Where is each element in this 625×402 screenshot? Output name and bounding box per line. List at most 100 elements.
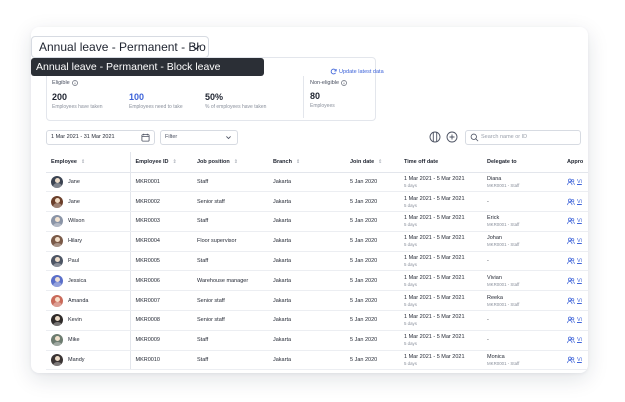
table-row[interactable]: Jane MKR0002 Senior staff Jakarta 5 Jan 2020… bbox=[46, 191, 588, 213]
cell-approver[interactable]: Vi bbox=[562, 172, 588, 193]
leave-summary-card: Update latest data Eligible 200 Employee… bbox=[31, 27, 588, 373]
approver-link[interactable]: Vi bbox=[577, 179, 582, 185]
chevron-down-icon bbox=[226, 136, 231, 140]
avatar bbox=[51, 274, 63, 287]
time-off-days: 5 days bbox=[404, 341, 417, 347]
col-job-position[interactable]: Job position ⇕ bbox=[192, 152, 268, 173]
table-row[interactable]: Jane MKR0001 Staff Jakarta 5 Jan 2020 1 Mar 2… bbox=[46, 172, 588, 193]
cell-delegate: Erick MKR0001 - Staff bbox=[482, 211, 562, 232]
delegate-name: Diana bbox=[487, 175, 502, 182]
table-row[interactable]: Wilson MKR0003 Staff Jakarta 5 Jan 2020 1 Mar… bbox=[46, 211, 588, 232]
calendar-icon bbox=[141, 133, 150, 142]
approver-link[interactable]: Vi bbox=[577, 357, 582, 363]
delegate-sub: MKR0001 - Staff bbox=[487, 182, 520, 188]
col-employee[interactable]: Employee ⇕ bbox=[46, 152, 131, 173]
cell-approver[interactable]: Vi bbox=[562, 350, 588, 371]
cell-delegate: Reeka MKR0001 - Staff bbox=[482, 290, 562, 312]
cell-branch: Jakarta bbox=[268, 191, 345, 213]
cell-join-date: 5 Jan 2020 bbox=[345, 330, 399, 351]
cell-delegate: Monica MKR0001 - Staff bbox=[482, 350, 562, 371]
cell-approver[interactable]: Vi bbox=[562, 251, 588, 272]
delegate-name: - bbox=[487, 337, 489, 344]
approver-link[interactable]: Vi bbox=[577, 317, 582, 323]
cell-approver[interactable]: Vi bbox=[562, 270, 588, 292]
date-range-picker[interactable]: 1 Mar 2021 - 31 Mar 2021 bbox=[46, 130, 155, 145]
time-off-days: 5 days bbox=[404, 281, 417, 287]
info-icon[interactable] bbox=[71, 80, 78, 86]
people-icon bbox=[567, 277, 575, 284]
approver-link[interactable]: Vi bbox=[577, 337, 582, 343]
cell-approver[interactable]: Vi bbox=[562, 231, 588, 252]
cell-branch: Jakarta bbox=[268, 310, 345, 331]
table-row[interactable]: Hilary MKR0004 Floor supervisor Jakarta 5 Ja… bbox=[46, 231, 588, 252]
delegate-name: Erick bbox=[487, 215, 500, 222]
people-icon bbox=[567, 237, 575, 245]
col-employee-id[interactable]: Employee ID ⇕ bbox=[130, 152, 192, 173]
people-icon bbox=[567, 317, 575, 324]
stat-taken-label: Employees have taken bbox=[52, 104, 103, 110]
cell-approver[interactable]: Vi bbox=[562, 330, 588, 351]
employee-name: Amanda bbox=[68, 297, 89, 304]
cell-employee-id: MKR0001 bbox=[130, 172, 192, 193]
leave-type-select[interactable]: Annual leave - Permanent - Blo bbox=[31, 36, 209, 58]
time-off-range: 1 Mar 2021 - 5 Mar 2021 bbox=[404, 274, 465, 281]
cell-join-date: 5 Jan 2020 bbox=[345, 310, 399, 331]
cell-approver[interactable]: Vi bbox=[562, 191, 588, 213]
non-eligible-block: Non-eligible 80 Employees bbox=[310, 80, 347, 109]
table-row[interactable]: Kevin MKR0008 Senior staff Jakarta 5 Jan 202… bbox=[46, 310, 588, 331]
time-off-days: 5 days bbox=[404, 222, 417, 228]
cell-job-position: Senior staff bbox=[192, 310, 268, 331]
table-row[interactable]: Mandy MKR0010 Staff Jakarta 5 Jan 2020 1 Mar … bbox=[46, 350, 588, 371]
approver-link[interactable]: Vi bbox=[577, 278, 582, 284]
approver-link[interactable]: Vi bbox=[577, 298, 582, 304]
time-off-days: 5 days bbox=[404, 182, 417, 188]
employee-name: Jessica bbox=[68, 277, 87, 284]
cell-approver[interactable]: Vi bbox=[562, 290, 588, 312]
avatar bbox=[51, 255, 63, 268]
cell-employee-id: MKR0009 bbox=[130, 330, 192, 351]
approver-link[interactable]: Vi bbox=[577, 238, 582, 244]
stat-taken-value: 200 bbox=[52, 92, 68, 102]
approver-link[interactable]: Vi bbox=[577, 258, 582, 264]
table-row[interactable]: Amanda MKR0007 Senior staff Jakarta 5 Jan 20… bbox=[46, 290, 588, 312]
people-icon bbox=[567, 257, 575, 265]
cell-approver[interactable]: Vi bbox=[562, 310, 588, 331]
delegate-sub: MKR0001 - Staff bbox=[487, 281, 520, 287]
employee-name: Jane bbox=[68, 178, 80, 185]
columns-icon[interactable] bbox=[429, 131, 441, 143]
col-join-date[interactable]: Join date ⇕ bbox=[345, 152, 399, 173]
cell-delegate: Johan MKR0001 - Staff bbox=[482, 231, 562, 252]
table-row[interactable]: Mike MKR0009 Staff Jakarta 5 Jan 2020 1 Mar 2… bbox=[46, 330, 588, 351]
approver-link[interactable]: Vi bbox=[577, 199, 582, 205]
cell-time-off: 1 Mar 2021 - 5 Mar 2021 5 days bbox=[399, 350, 482, 371]
cell-approver[interactable]: Vi bbox=[562, 211, 588, 232]
filter-dropdown[interactable]: Filter bbox=[160, 130, 238, 145]
avatar bbox=[51, 235, 63, 248]
tooltip-text: Annual leave - Permanent - Block leave bbox=[36, 61, 221, 73]
delegate-name: - bbox=[487, 258, 489, 265]
info-icon[interactable] bbox=[341, 80, 347, 86]
table-row[interactable]: Paul MKR0005 Staff Jakarta 5 Jan 2020 1 Mar 2… bbox=[46, 251, 588, 272]
col-branch[interactable]: Branch ⇕ bbox=[268, 152, 345, 173]
update-latest-data-link[interactable]: Update latest data bbox=[330, 68, 384, 75]
cell-job-position: Floor supervisor bbox=[192, 231, 268, 252]
cell-employee: Amanda bbox=[46, 290, 131, 312]
time-off-range: 1 Mar 2021 - 5 Mar 2021 bbox=[404, 235, 465, 242]
table-row[interactable]: Jessica MKR0006 Warehouse manager Jakarta 5 … bbox=[46, 270, 588, 292]
search-input[interactable]: Search name or ID bbox=[465, 130, 581, 145]
time-off-days: 5 days bbox=[404, 202, 417, 208]
time-off-range: 1 Mar 2021 - 5 Mar 2021 bbox=[404, 294, 465, 301]
cell-join-date: 5 Jan 2020 bbox=[345, 251, 399, 272]
cell-time-off: 1 Mar 2021 - 5 Mar 2021 5 days bbox=[399, 251, 482, 272]
cell-employee: Jessica bbox=[46, 270, 131, 292]
approver-link[interactable]: Vi bbox=[577, 218, 582, 224]
cell-employee: Jane bbox=[46, 191, 131, 213]
add-circle-icon[interactable] bbox=[446, 131, 458, 143]
people-icon bbox=[567, 178, 575, 185]
cell-join-date: 5 Jan 2020 bbox=[345, 290, 399, 312]
cell-branch: Jakarta bbox=[268, 350, 345, 371]
delegate-name: - bbox=[487, 317, 489, 324]
search-placeholder: Search name or ID bbox=[481, 134, 528, 140]
cell-job-position: Warehouse manager bbox=[192, 270, 268, 292]
cell-employee: Jane bbox=[46, 172, 131, 193]
